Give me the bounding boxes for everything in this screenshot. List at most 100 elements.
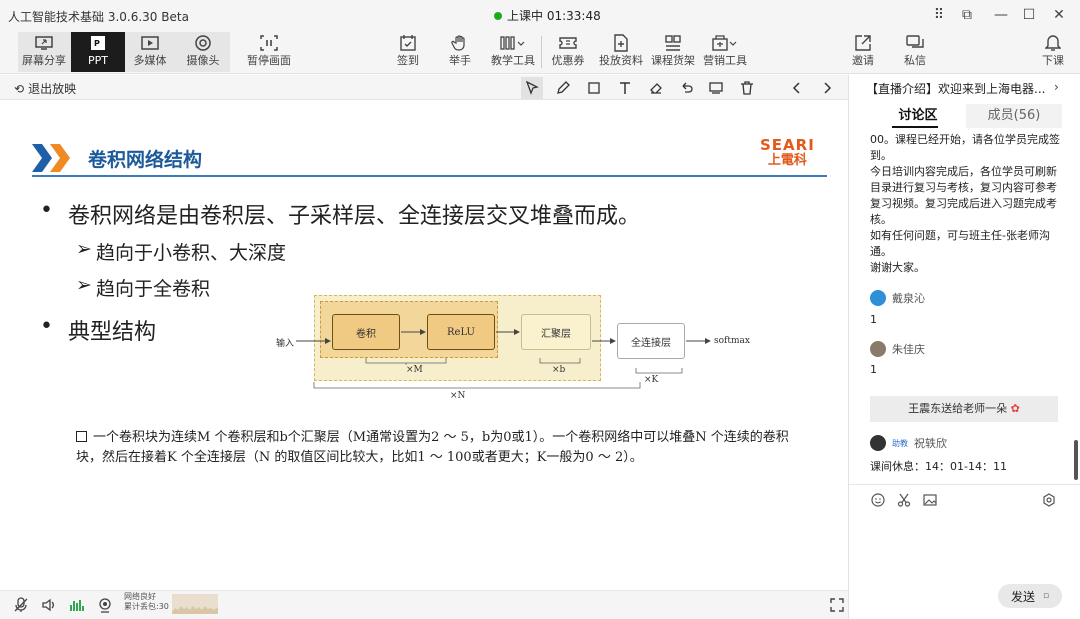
toolbar-teaching-tools[interactable]: 教学工具: [486, 32, 540, 72]
pause-screen-label: 暂停画面: [247, 54, 291, 67]
username: 戴泉沁: [892, 292, 925, 305]
raise-hand-label: 举手: [449, 54, 471, 67]
end-class-icon: [1026, 32, 1080, 54]
mic-muted-icon[interactable]: [12, 596, 30, 614]
maximize-button[interactable]: ☐: [1020, 6, 1038, 24]
tab-discussion[interactable]: 讨论区: [870, 104, 966, 128]
message-line: 谢谢大家。: [870, 261, 925, 274]
chat-user-2[interactable]: 朱佳庆: [870, 341, 925, 357]
toolbar-pause-screen[interactable]: 暂停画面: [242, 32, 296, 72]
live-status-text: 上课中 01:33:48: [507, 9, 601, 23]
send-options-icon[interactable]: ▫: [1043, 591, 1049, 601]
image-icon[interactable]: [922, 492, 938, 508]
deliver-materials-icon: [594, 32, 648, 54]
network-status-text: 网络良好: [124, 592, 156, 601]
logo-text-en: SEARI: [760, 136, 815, 154]
chat-user-1[interactable]: 戴泉沁: [870, 290, 925, 306]
course-shelf-label: 课程货架: [651, 54, 695, 67]
avatar: [870, 341, 886, 357]
message-line: 00。课程已经开始，请各位学员完成签到。: [870, 133, 1060, 162]
exit-icon: ⟲: [14, 81, 25, 96]
camera-icon: [176, 32, 230, 54]
toolbar-invite[interactable]: 邀请: [836, 32, 890, 72]
exit-projection-button[interactable]: ⟲ 退出放映: [14, 80, 76, 97]
toolbar-course-shelf[interactable]: 课程货架: [646, 32, 700, 72]
diagram-xb-label: ×b: [552, 365, 566, 375]
toolbar-marketing-tools[interactable]: 营销工具: [698, 32, 752, 72]
bullet-1: 卷积网络是由卷积层、子采样层、全连接层交叉堆叠而成。: [68, 204, 641, 229]
fullscreen-icon[interactable]: [828, 596, 846, 614]
slide-note-text: 一个卷积块为连续M 个卷积层和b个汇聚层（M通常设置为2 ～ 5，b为0或1）。…: [76, 430, 789, 465]
ppt-label: PPT: [88, 54, 108, 67]
raise-hand-icon: [433, 32, 487, 54]
bullet-dot: •: [40, 314, 53, 339]
marketing-tools-icon: [698, 32, 752, 54]
title-divider: [32, 175, 827, 177]
webcam-icon[interactable]: [96, 596, 114, 614]
notice-chevron-icon[interactable]: ›: [1054, 80, 1059, 94]
send-button[interactable]: 发送 ▫: [998, 584, 1062, 608]
sub-arrow-2: ➢: [76, 274, 92, 296]
bullet-dot: •: [40, 198, 53, 223]
close-button[interactable]: ✕: [1050, 6, 1068, 24]
pen-tool-icon[interactable]: [552, 77, 574, 99]
speaker-icon[interactable]: [40, 596, 58, 614]
chat-message: 课间休息：14：01-14：11: [870, 460, 1007, 473]
live-status: 上课中 01:33:48: [494, 7, 601, 24]
checkin-icon: [381, 32, 435, 54]
live-dot-icon: [494, 11, 502, 20]
slide-arrows-icon: [32, 144, 70, 172]
teaching-tools-label: 教学工具: [491, 54, 535, 67]
invite-label: 邀请: [852, 54, 874, 67]
toolbar-deliver-materials[interactable]: 投放资料: [594, 32, 648, 72]
toolbar-ppt[interactable]: P PPT: [71, 32, 125, 72]
emoji-icon[interactable]: [870, 492, 886, 508]
pointer-tool-icon[interactable]: [521, 77, 543, 99]
whiteboard-tool-icon[interactable]: [705, 77, 727, 99]
svg-text:P: P: [94, 39, 100, 48]
toolbar-private-message[interactable]: 私信: [888, 32, 942, 72]
grid-menu-icon[interactable]: ⠿: [930, 6, 948, 24]
restore-icon[interactable]: ⧉: [958, 6, 976, 24]
toolbar-camera[interactable]: 摄像头: [176, 32, 230, 72]
sub-bullet-1: 趋向于小卷积、大深度: [96, 242, 287, 264]
toolbar-screen-share[interactable]: 屏幕分享: [17, 32, 71, 72]
toolbar-checkin[interactable]: 签到: [381, 32, 435, 72]
chat-scrollbar[interactable]: [1074, 440, 1078, 480]
prev-slide-icon[interactable]: [786, 77, 808, 99]
teaching-tools-icon: [486, 32, 540, 54]
toolbar-raise-hand[interactable]: 举手: [433, 32, 487, 72]
coupon-label: 优惠券: [551, 54, 585, 67]
multimedia-icon: [123, 32, 177, 54]
app-title: 人工智能技术基础 3.0.6.30 Beta: [8, 10, 189, 24]
tab-members[interactable]: 成员(56): [966, 104, 1062, 128]
pause-screen-icon: [242, 32, 296, 54]
clear-tool-icon[interactable]: [736, 77, 758, 99]
audio-level-icon[interactable]: [68, 596, 86, 614]
camera-label: 摄像头: [186, 54, 220, 67]
minimize-button[interactable]: —: [992, 6, 1010, 24]
toolbar-coupon[interactable]: 优惠券: [541, 32, 595, 72]
sub-arrow-1: ➢: [76, 238, 92, 260]
diagram-xk-label: ×K: [644, 375, 659, 385]
diagram-xn-label: ×N: [450, 391, 466, 401]
eraser-tool-icon[interactable]: [645, 77, 667, 99]
announcement-message: 00。课程已经开始，请各位学员完成签到。 今日培训内容完成后，各位学员可刷新目录…: [870, 132, 1062, 276]
toolbar-end-class[interactable]: 下课: [1026, 32, 1080, 72]
note-checkbox-icon: [76, 431, 87, 442]
text-tool-icon[interactable]: [614, 77, 636, 99]
sub-bullet-2: 趋向于全卷积: [96, 278, 211, 300]
rectangle-tool-icon[interactable]: [583, 77, 605, 99]
send-label: 发送: [1010, 589, 1035, 604]
course-shelf-icon: [646, 32, 700, 54]
settings-icon[interactable]: [1041, 492, 1057, 508]
scissors-icon[interactable]: [896, 492, 912, 508]
slide-title: 卷积网络结构: [88, 149, 203, 171]
toolbar-multimedia[interactable]: 多媒体: [123, 32, 177, 72]
live-notice[interactable]: 【直播介绍】欢迎来到上海电器...: [866, 80, 1045, 97]
undo-tool-icon[interactable]: [675, 77, 697, 99]
network-status: 网络良好 累计丢包:30: [124, 592, 169, 612]
chat-user-3[interactable]: 助教 祝轶欣: [870, 435, 947, 451]
private-message-icon: [888, 32, 942, 54]
next-slide-icon[interactable]: [816, 77, 838, 99]
